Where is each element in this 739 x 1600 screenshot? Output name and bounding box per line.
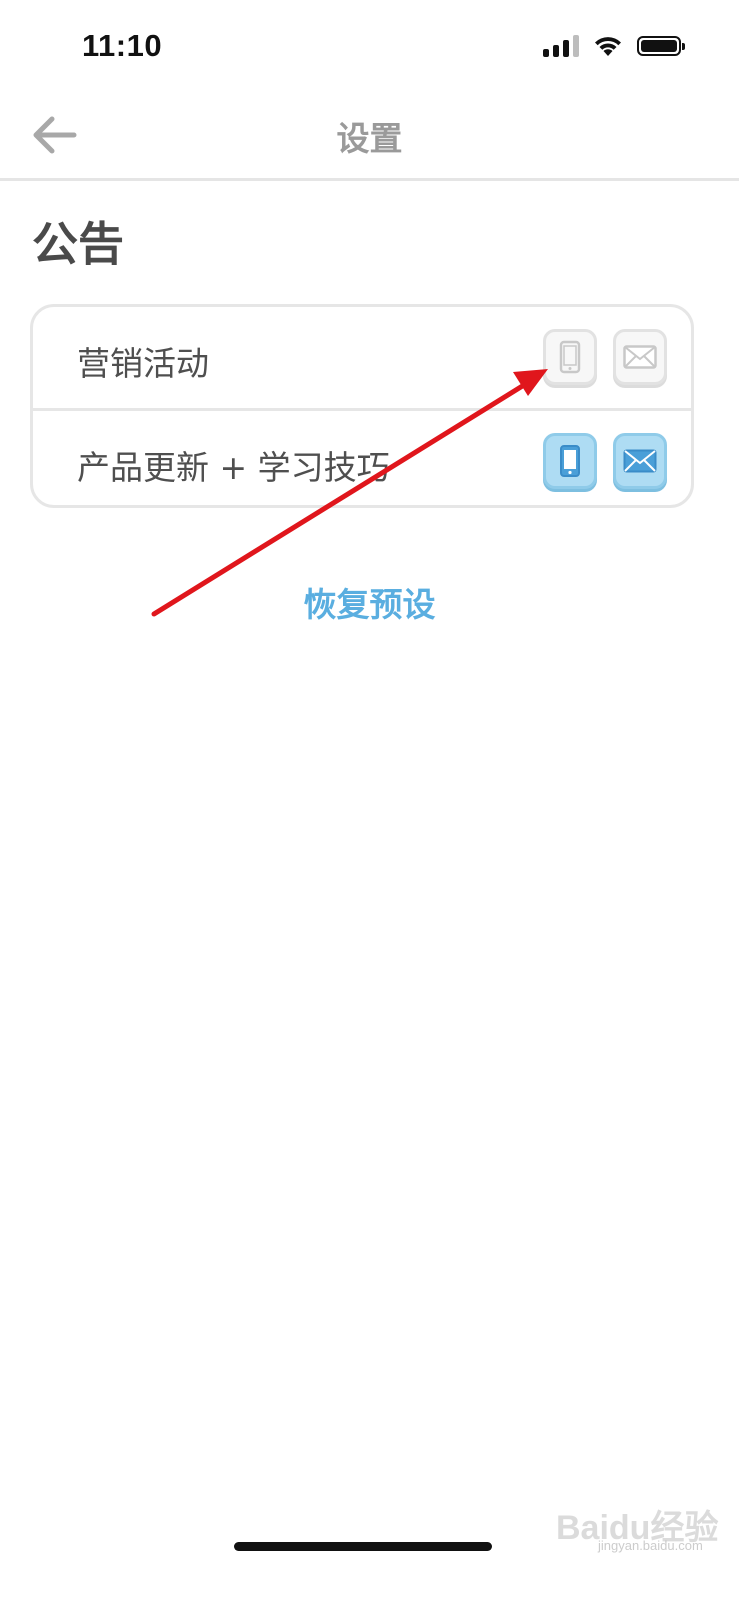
battery-icon	[637, 36, 685, 56]
email-toggle-button[interactable]	[613, 433, 667, 489]
home-indicator[interactable]	[234, 1542, 492, 1551]
section-title: 公告	[32, 217, 124, 271]
status-icons	[543, 34, 685, 58]
mail-icon	[623, 345, 657, 369]
list-item-product-updates: 产品更新 + 学习技巧	[33, 411, 691, 505]
status-bar: 11:10	[0, 0, 739, 90]
nav-bar: 设置	[0, 90, 739, 181]
list-item-marketing: 营销活动	[33, 307, 691, 411]
email-toggle-button[interactable]	[613, 329, 667, 385]
phone-icon	[560, 445, 580, 477]
row-label: 营销活动	[77, 344, 209, 383]
status-time: 11:10	[82, 28, 163, 63]
push-toggle-button[interactable]	[543, 433, 597, 489]
page-title: 设置	[336, 119, 403, 158]
phone-icon	[559, 340, 581, 374]
signal-icon	[543, 35, 579, 57]
push-toggle-button[interactable]	[543, 329, 597, 385]
watermark-url: jingyan.baidu.com	[598, 1538, 703, 1553]
mail-icon	[623, 449, 657, 473]
restore-defaults-button[interactable]: 恢复预设	[0, 578, 739, 626]
wifi-icon	[595, 37, 621, 56]
row-label: 产品更新 + 学习技巧	[77, 448, 390, 487]
notification-settings-card: 营销活动 产品更新 + 学习技巧	[30, 304, 694, 508]
